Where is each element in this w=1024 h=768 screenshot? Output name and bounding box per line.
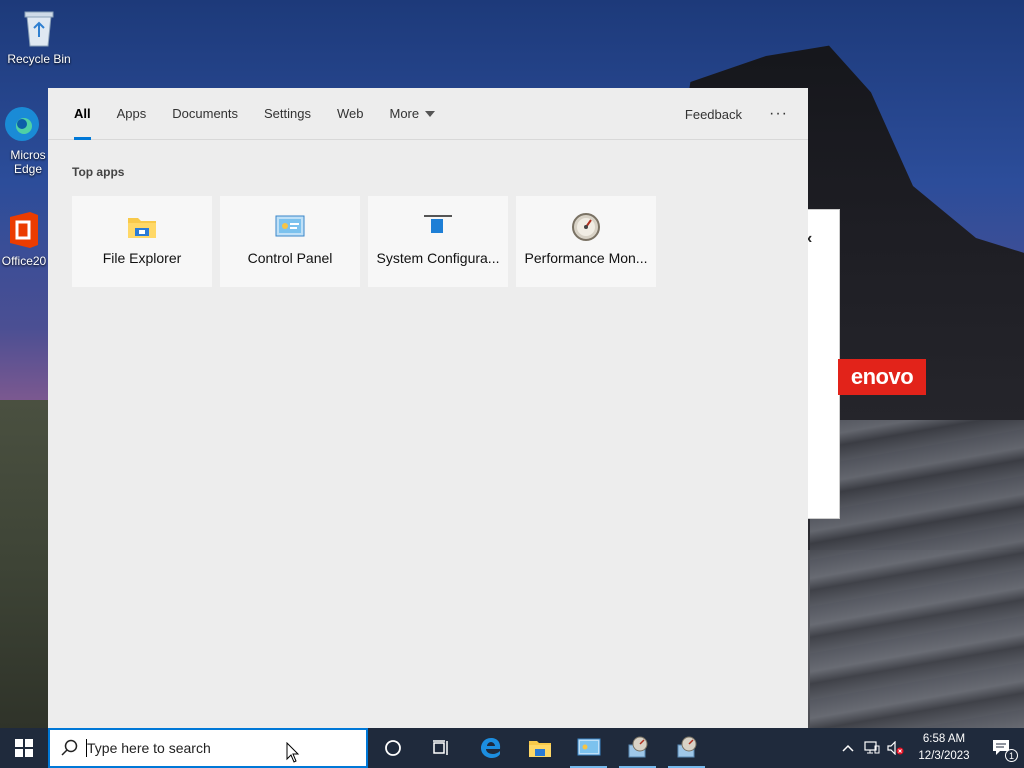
app-tile-control-panel[interactable]: Control Panel	[220, 196, 360, 287]
desktop-icon-recycle-bin[interactable]: Recycle Bin	[1, 8, 77, 66]
app-tile-system-configuration[interactable]: System Configura...	[368, 196, 508, 287]
cortana-button[interactable]	[368, 728, 417, 768]
file-explorer-icon	[528, 741, 551, 757]
system-tray: 6:58 AM 12/3/2023 1	[836, 728, 1024, 768]
control-panel-icon	[275, 212, 305, 242]
clock-date: 12/3/2023	[918, 750, 970, 762]
lenovo-logo: enovo	[838, 359, 926, 395]
app-name: File Explorer	[102, 250, 182, 266]
system-config-icon	[423, 212, 453, 242]
app-name: System Configura...	[376, 250, 500, 266]
app-name: Control Panel	[247, 250, 333, 266]
taskbar-control-panel-button[interactable]	[564, 728, 613, 768]
notification-count-badge: 1	[1005, 749, 1018, 762]
performance-monitor-icon	[571, 212, 601, 242]
tab-more[interactable]: More	[377, 88, 449, 140]
taskbar-clock[interactable]: 6:58 AM 12/3/2023	[908, 731, 980, 765]
more-options-icon[interactable]: ···	[769, 88, 788, 140]
tab-web[interactable]: Web	[324, 88, 377, 140]
search-panel: All Apps Documents Settings Web More Fee…	[48, 88, 808, 728]
search-icon	[61, 739, 78, 756]
desktop-icon-label: Recycle Bin	[7, 52, 71, 66]
clock-time: 6:58 AM	[922, 733, 966, 745]
performance-monitor-icon	[677, 736, 696, 758]
taskbar-performance-monitor-button-2[interactable]	[662, 728, 711, 768]
desktop-icon-office[interactable]: Office20	[0, 210, 52, 268]
task-view-button[interactable]	[417, 728, 466, 768]
desktop-icon-label: Micros Edge	[10, 148, 46, 176]
chevron-up-icon[interactable]	[836, 728, 860, 768]
windows-icon	[15, 739, 33, 757]
search-placeholder: Type here to search	[87, 740, 211, 756]
task-view-icon	[432, 740, 448, 755]
app-tile-file-explorer[interactable]: File Explorer	[72, 196, 212, 287]
search-tabs: All Apps Documents Settings Web More Fee…	[48, 88, 808, 140]
folder-icon	[127, 212, 157, 242]
network-icon[interactable]	[860, 728, 884, 768]
desktop-icon-edge[interactable]: Micros Edge	[0, 104, 52, 176]
edge-icon	[2, 104, 42, 144]
tab-settings[interactable]: Settings	[251, 88, 324, 140]
tab-apps[interactable]: Apps	[104, 88, 160, 140]
volume-muted-icon[interactable]	[884, 728, 908, 768]
office-icon	[4, 210, 44, 250]
action-center-button[interactable]: 1	[980, 728, 1024, 768]
taskbar-edge-button[interactable]	[466, 728, 515, 768]
top-apps-list: File Explorer Control Panel System Confi…	[72, 196, 656, 287]
tab-all[interactable]: All	[61, 88, 104, 140]
cortana-icon	[384, 740, 401, 756]
app-tile-performance-monitor[interactable]: Performance Mon...	[516, 196, 656, 287]
edge-icon	[480, 738, 500, 758]
app-name: Performance Mon...	[524, 250, 648, 266]
start-button[interactable]	[0, 728, 48, 768]
desktop-icon-label: Office20	[1, 254, 47, 268]
control-panel-icon	[577, 738, 600, 756]
section-title: Top apps	[72, 165, 125, 179]
taskbar-performance-monitor-button[interactable]	[613, 728, 662, 768]
chevron-down-icon	[425, 110, 436, 117]
performance-monitor-icon	[628, 736, 647, 758]
taskbar-search-input[interactable]: Type here to search	[48, 728, 368, 768]
mouse-cursor-icon	[286, 741, 300, 768]
tab-documents[interactable]: Documents	[159, 88, 251, 140]
feedback-button[interactable]: Feedback	[685, 88, 742, 140]
recycle-bin-icon	[19, 8, 59, 48]
taskbar: Type here to search 6:58 AM 12/3/2023 1	[0, 728, 1024, 768]
taskbar-file-explorer-button[interactable]	[515, 728, 564, 768]
wallpaper-rocks-right	[810, 420, 1024, 728]
